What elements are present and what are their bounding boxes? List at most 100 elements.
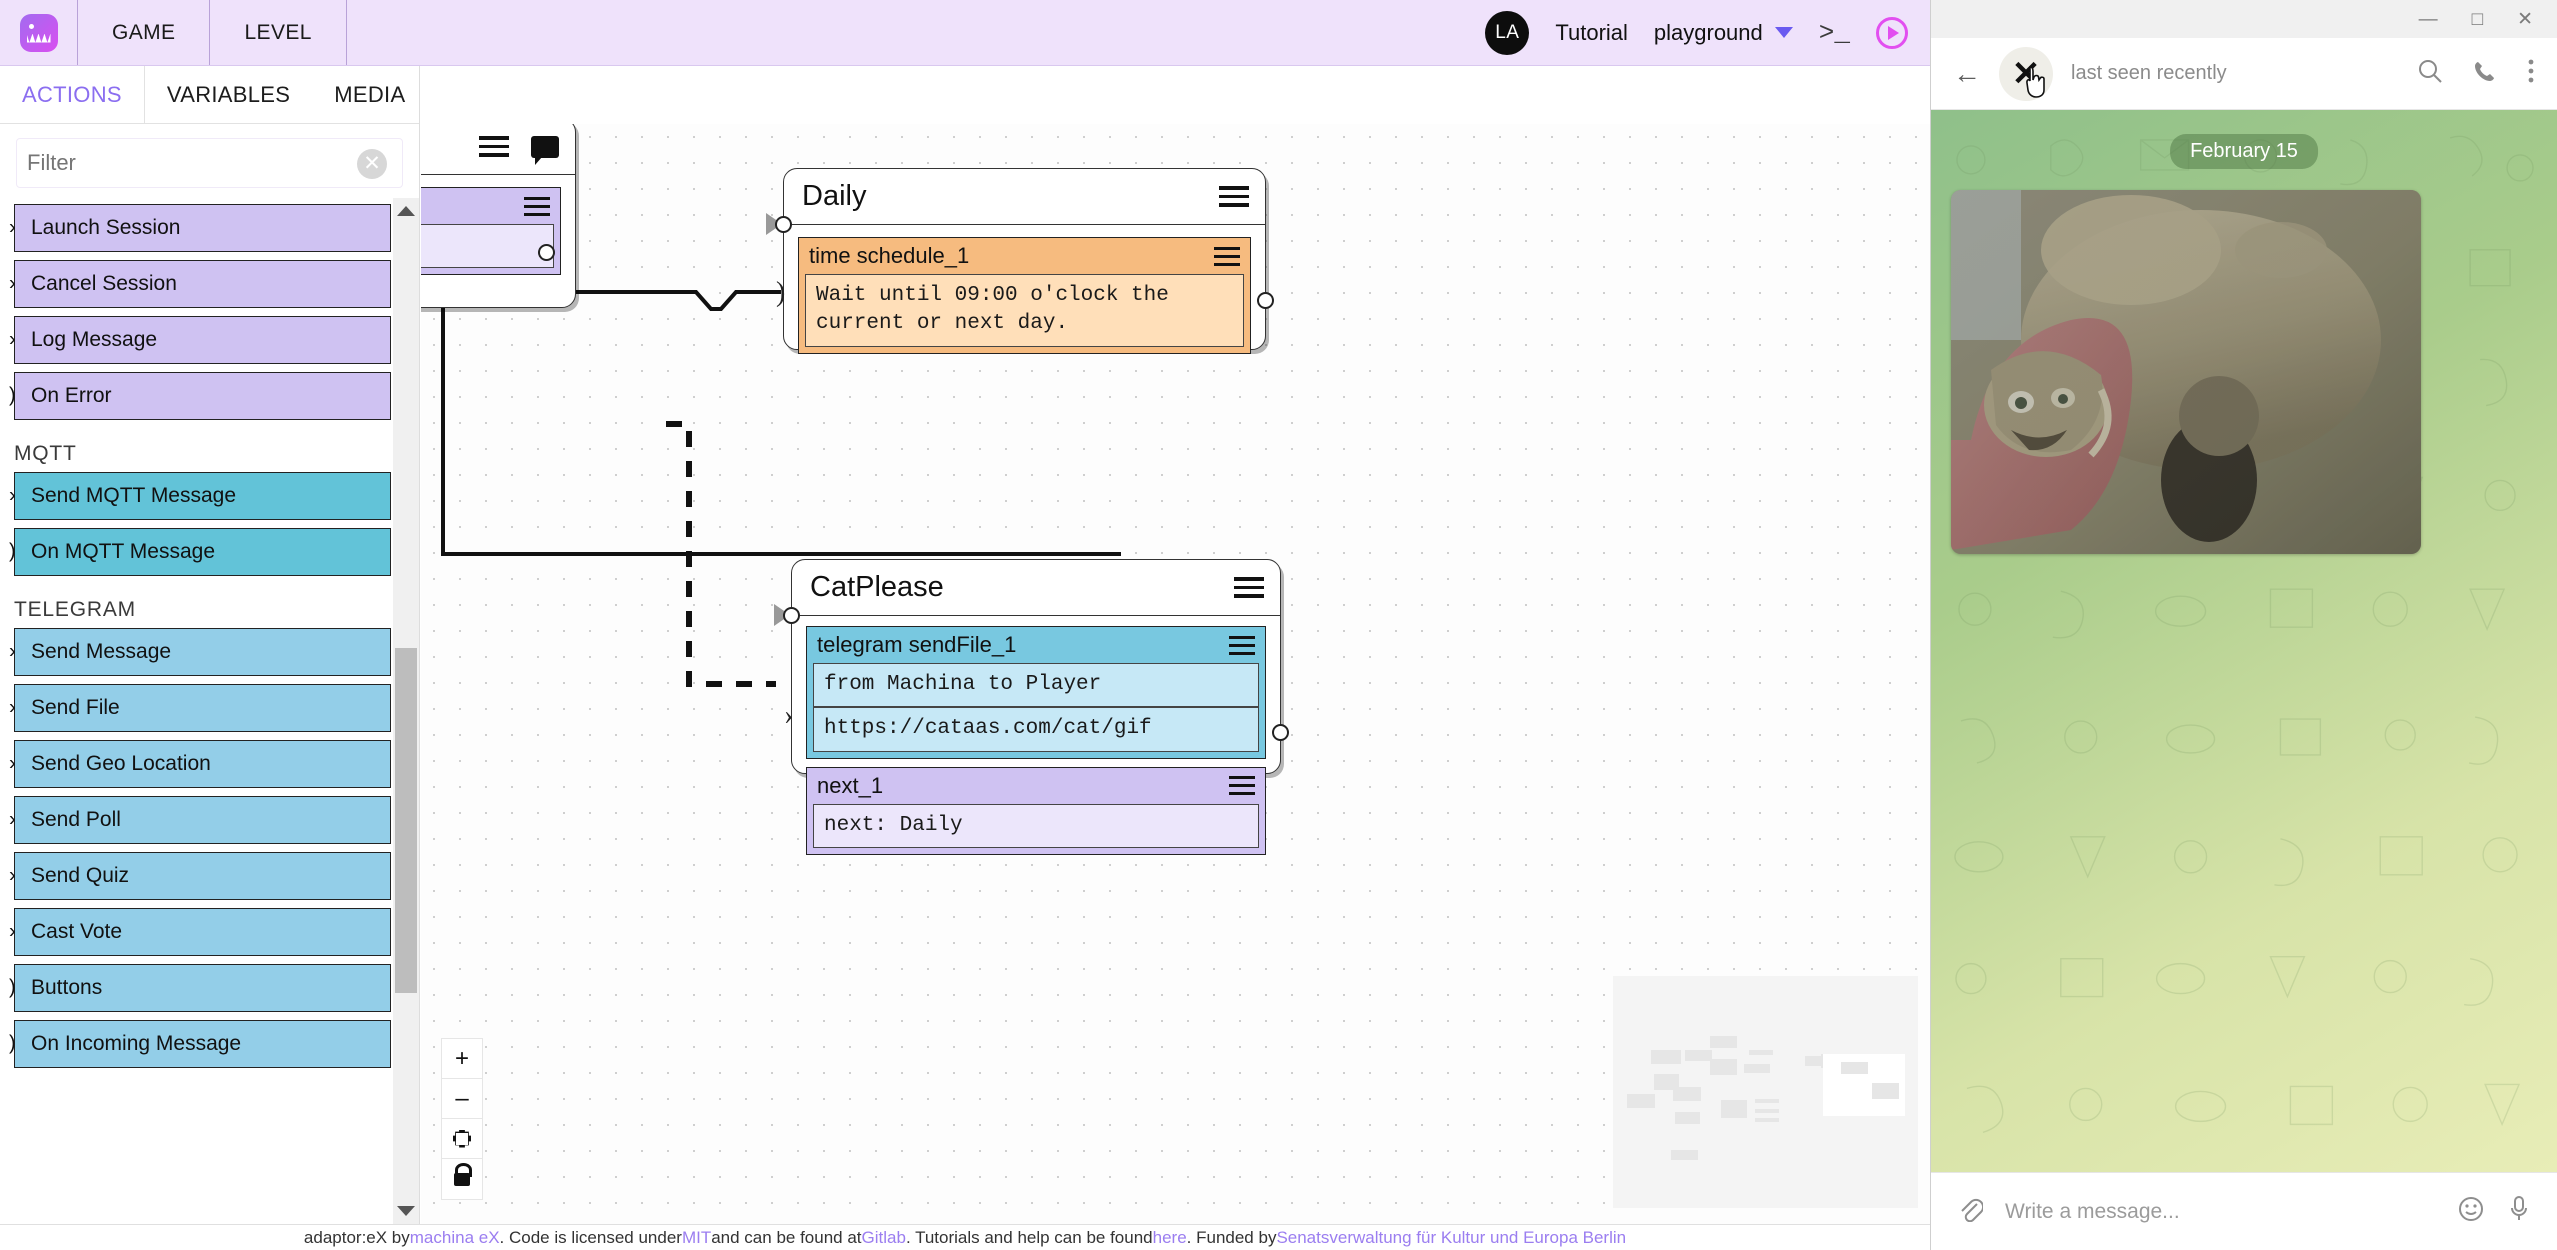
block-next-title: next_1 bbox=[817, 772, 884, 798]
scroll-down-icon[interactable] bbox=[397, 1206, 415, 1216]
block-telegram-sendfile-row-from[interactable]: from Machina to Player bbox=[813, 663, 1259, 708]
block-partial[interactable] bbox=[421, 187, 561, 275]
terminal-icon[interactable]: >_ bbox=[1819, 18, 1850, 48]
node-partial[interactable] bbox=[421, 124, 576, 308]
minimap-node bbox=[1710, 1036, 1737, 1048]
footer-link-gitlab[interactable]: Gitlab bbox=[862, 1228, 906, 1248]
topnav-item-level[interactable]: LEVEL bbox=[210, 0, 347, 65]
action-item-send-quiz[interactable]: › Send Quiz bbox=[9, 852, 391, 900]
action-item-cancel-session[interactable]: › Cancel Session bbox=[9, 260, 391, 308]
filter-input[interactable] bbox=[16, 138, 403, 188]
block-time-schedule-header[interactable]: time schedule_1 bbox=[799, 238, 1250, 274]
telegram-chat-area[interactable]: February 15 bbox=[1931, 110, 2557, 1172]
smiley-icon[interactable] bbox=[2457, 1195, 2485, 1228]
action-label: On MQTT Message bbox=[31, 540, 215, 563]
minimap-node bbox=[1651, 1050, 1681, 1064]
clear-filter-icon[interactable]: ✕ bbox=[357, 149, 387, 179]
block-time-schedule[interactable]: time schedule_1 Wait until 09:00 o'clock… bbox=[798, 237, 1251, 354]
action-item-buttons[interactable]: ) Buttons bbox=[9, 964, 391, 1012]
block-next-out-port[interactable] bbox=[1272, 724, 1289, 741]
action-item-on-error[interactable]: ) On Error bbox=[9, 372, 391, 420]
footer-link-mit[interactable]: MIT bbox=[682, 1228, 711, 1248]
window-maximize-icon[interactable]: □ bbox=[2472, 10, 2483, 29]
event-hook-icon: ) bbox=[9, 976, 16, 999]
flow-canvas[interactable]: Daily time schedule_1 Wait until 09:00 o… bbox=[421, 124, 1930, 1224]
node-partial-out-port[interactable] bbox=[538, 244, 555, 261]
block-telegram-sendfile[interactable]: telegram sendFile_1 from Machina to Play… bbox=[806, 626, 1266, 759]
tab-media[interactable]: MEDIA bbox=[312, 66, 427, 123]
action-list-scrollbar[interactable] bbox=[393, 198, 419, 1224]
lock-button[interactable] bbox=[442, 1159, 482, 1199]
play-button[interactable] bbox=[1876, 16, 1908, 49]
action-item-log-message[interactable]: › Log Message bbox=[9, 316, 391, 364]
action-item-send-geo-location[interactable]: › Send Geo Location bbox=[9, 740, 391, 788]
node-catplease-side-bracket-icon: › bbox=[784, 700, 794, 731]
topnav-item-game[interactable]: GAME bbox=[78, 0, 211, 65]
node-daily[interactable]: Daily time schedule_1 Wait until 09:00 o… bbox=[766, 168, 1274, 354]
node-catplease-header[interactable]: CatPlease bbox=[792, 560, 1280, 616]
window-minimize-icon[interactable]: — bbox=[2419, 10, 2438, 29]
tutorial-link[interactable]: Tutorial bbox=[1555, 20, 1628, 46]
comment-icon[interactable] bbox=[531, 135, 559, 165]
footer-link-machina-ex[interactable]: machina eX bbox=[410, 1228, 500, 1248]
action-item-send-mqtt-message[interactable]: › Send MQTT Message bbox=[9, 472, 391, 520]
paperclip-icon[interactable] bbox=[1957, 1196, 1985, 1227]
block-menu-icon[interactable] bbox=[1229, 776, 1255, 796]
block-next[interactable]: next_1 next: Daily bbox=[806, 766, 1266, 856]
chat-photo-message[interactable] bbox=[1951, 190, 2421, 554]
project-select[interactable]: playground bbox=[1654, 20, 1793, 46]
node-catplease[interactable]: CatPlease telegram sendFile_1 from Machi… bbox=[774, 559, 1289, 856]
scroll-up-icon[interactable] bbox=[397, 206, 415, 216]
action-item-cast-vote[interactable]: › Cast Vote bbox=[9, 908, 391, 956]
tab-variables[interactable]: VARIABLES bbox=[145, 66, 312, 123]
action-item-send-poll[interactable]: › Send Poll bbox=[9, 796, 391, 844]
footer-link-funder[interactable]: Senatsverwaltung für Kultur und Europa B… bbox=[1276, 1228, 1626, 1248]
node-partial-header[interactable] bbox=[421, 124, 575, 175]
window-close-icon[interactable]: ✕ bbox=[2517, 10, 2533, 29]
fit-view-button[interactable] bbox=[442, 1119, 482, 1159]
block-time-schedule-out-port[interactable] bbox=[1257, 292, 1274, 309]
action-item-on-incoming-message[interactable]: ) On Incoming Message bbox=[9, 1020, 391, 1068]
node-menu-icon[interactable] bbox=[479, 136, 509, 157]
block-menu-icon[interactable] bbox=[1229, 635, 1255, 655]
node-catplease-in-port[interactable] bbox=[783, 607, 800, 624]
message-input[interactable]: Write a message... bbox=[2005, 1200, 2435, 1224]
block-next-row[interactable]: next: Daily bbox=[813, 803, 1259, 849]
node-daily-header[interactable]: Daily bbox=[784, 169, 1265, 225]
microphone-icon[interactable] bbox=[2507, 1195, 2531, 1228]
app-logo-cell[interactable] bbox=[0, 0, 78, 65]
tab-actions[interactable]: ACTIONS bbox=[0, 66, 145, 123]
block-telegram-sendfile-header[interactable]: telegram sendFile_1 bbox=[807, 627, 1265, 663]
action-item-send-message[interactable]: › Send Message bbox=[9, 628, 391, 676]
zoom-out-button[interactable]: – bbox=[442, 1079, 482, 1119]
action-item-send-file[interactable]: › Send File bbox=[9, 684, 391, 732]
action-item-on-mqtt-message[interactable]: ) On MQTT Message bbox=[9, 528, 391, 576]
zoom-in-button[interactable]: + bbox=[442, 1039, 482, 1079]
block-next-header[interactable]: next_1 bbox=[807, 767, 1265, 804]
back-arrow-icon[interactable]: ← bbox=[1953, 59, 1981, 88]
footer-link-here[interactable]: here bbox=[1153, 1228, 1187, 1248]
topnav-label-level: LEVEL bbox=[244, 20, 312, 44]
scroll-thumb[interactable] bbox=[395, 648, 417, 993]
node-daily-in-port[interactable] bbox=[775, 216, 792, 233]
more-vertical-icon[interactable] bbox=[2527, 58, 2535, 89]
block-telegram-sendfile-row-url[interactable]: https://cataas.com/cat/gif bbox=[813, 707, 1259, 752]
node-menu-icon[interactable] bbox=[1219, 186, 1249, 207]
avatar[interactable]: LA bbox=[1485, 10, 1530, 55]
phone-icon[interactable] bbox=[2473, 59, 2497, 88]
telegram-titlebar[interactable]: — □ ✕ bbox=[1931, 0, 2557, 38]
canvas-minimap[interactable] bbox=[1613, 976, 1918, 1208]
search-icon[interactable] bbox=[2417, 58, 2443, 89]
machina-ex-logo-icon bbox=[19, 13, 58, 52]
block-time-schedule-row[interactable]: Wait until 09:00 o'clock the current or … bbox=[805, 274, 1244, 347]
minimap-node bbox=[1685, 1050, 1712, 1061]
node-menu-icon[interactable] bbox=[1234, 577, 1264, 598]
chat-date-separator: February 15 bbox=[2170, 134, 2318, 169]
block-menu-icon[interactable] bbox=[1214, 246, 1240, 266]
avatar[interactable]: ✕ bbox=[1999, 46, 2053, 101]
footer-text-4: . Tutorials and help can be found bbox=[905, 1227, 1153, 1247]
block-menu-icon[interactable] bbox=[524, 196, 550, 216]
block-partial-row[interactable] bbox=[421, 224, 554, 268]
block-partial-header[interactable] bbox=[421, 188, 560, 224]
action-item-launch-session[interactable]: › Launch Session bbox=[9, 204, 391, 252]
